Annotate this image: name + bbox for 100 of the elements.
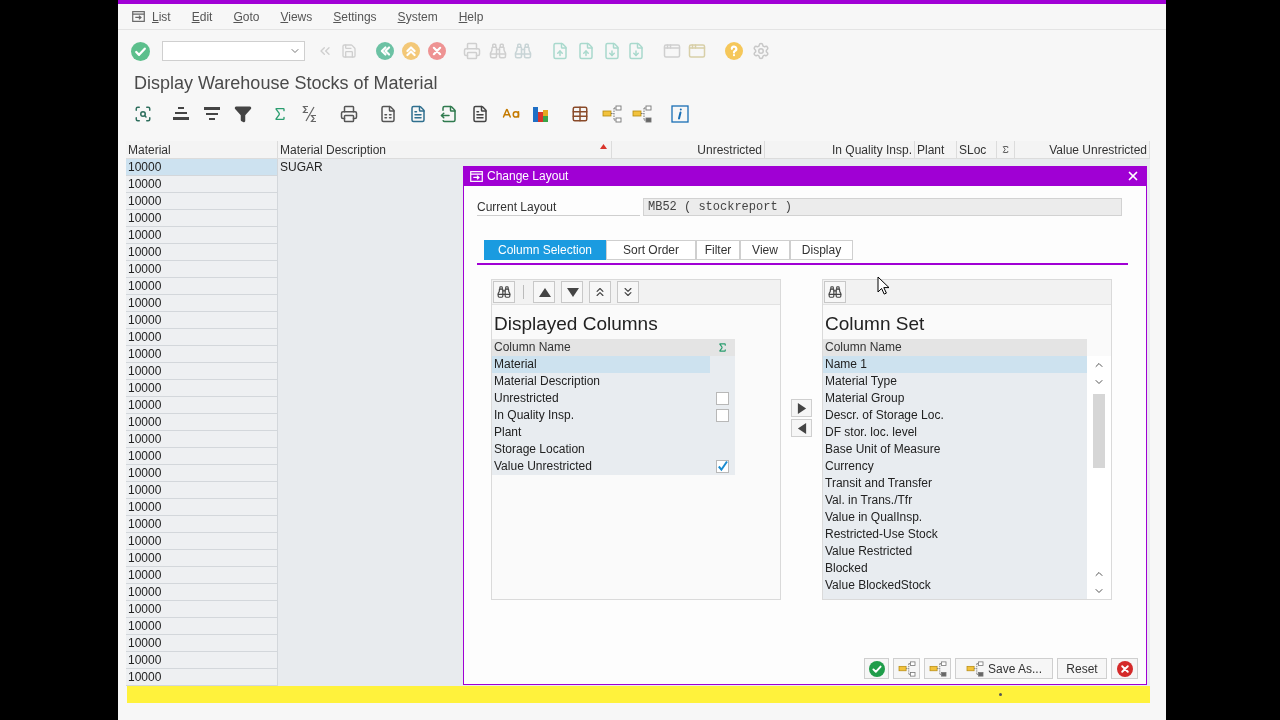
info-icon[interactable] xyxy=(671,105,689,123)
sort-descending-icon[interactable] xyxy=(203,106,221,122)
spreadsheet-icon[interactable] xyxy=(379,105,397,123)
table-cell: 10000 xyxy=(126,176,278,193)
checkbox[interactable] xyxy=(716,409,729,422)
layout-tree-icon[interactable] xyxy=(602,105,622,123)
column-entry[interactable]: Storage Location xyxy=(492,441,710,458)
checkbox[interactable] xyxy=(716,460,729,473)
layout-tree-icon xyxy=(966,660,984,677)
sigma-icon xyxy=(1001,145,1010,154)
layout-tree-icon[interactable] xyxy=(632,105,652,123)
menu-item[interactable]: List xyxy=(152,7,171,26)
table-cell: 10000 xyxy=(126,448,278,465)
move-bottom-button[interactable] xyxy=(617,281,639,303)
menu-item[interactable]: Help xyxy=(458,7,484,26)
column-header[interactable]: Value Unrestricted xyxy=(1015,141,1150,159)
column-entry[interactable]: Material Group xyxy=(823,390,1087,407)
tab[interactable]: View xyxy=(740,240,790,260)
column-entry[interactable]: Descr. of Storage Loc. xyxy=(823,407,1087,424)
column-entry[interactable]: Material xyxy=(492,356,710,373)
column-entry[interactable]: Value BlockedStock xyxy=(823,577,1087,594)
checkbox[interactable] xyxy=(716,392,729,405)
column-header[interactable]: Material Description xyxy=(278,141,612,159)
column-header[interactable]: Material xyxy=(126,141,278,159)
tab[interactable]: Display xyxy=(790,240,853,260)
column-entry[interactable]: Transit and Transfer xyxy=(823,475,1087,492)
column-entry[interactable]: Blocked xyxy=(823,560,1087,577)
tab[interactable]: Sort Order xyxy=(606,240,696,260)
sort-marker-icon xyxy=(600,144,607,149)
column-entry[interactable]: Material Type xyxy=(823,373,1087,390)
move-top-button[interactable] xyxy=(589,281,611,303)
table-cell: 10000 xyxy=(126,244,278,261)
document-icon[interactable] xyxy=(409,105,427,123)
close-icon[interactable] xyxy=(1126,169,1140,183)
cancel-button[interactable] xyxy=(1111,658,1138,679)
reset-button[interactable]: Reset xyxy=(1057,658,1107,679)
bar-chart-icon[interactable] xyxy=(532,105,550,123)
table-cell-text: SUGAR xyxy=(279,159,324,176)
sort-ascending-icon[interactable] xyxy=(172,106,190,122)
column-entry[interactable]: In Quality Insp. xyxy=(492,407,710,424)
tab[interactable]: Filter xyxy=(696,240,740,260)
column-entry[interactable]: Plant xyxy=(492,424,710,441)
column-header[interactable]: Unrestricted xyxy=(612,141,765,159)
menu-item[interactable]: Edit xyxy=(191,7,213,26)
remove-column-button[interactable] xyxy=(791,419,812,437)
column-entry[interactable]: Val. in Trans./Tfr xyxy=(823,492,1087,509)
move-down-button[interactable] xyxy=(561,281,583,303)
layout-tree-icon xyxy=(928,660,947,677)
table-cell: 10000 xyxy=(126,227,278,244)
layout-field[interactable]: MB52 ( stockreport ) xyxy=(643,198,1122,216)
table-cell: 10000 xyxy=(126,635,278,652)
column-entry[interactable]: Value Restricted xyxy=(823,543,1087,560)
menu-item[interactable]: System xyxy=(397,7,438,26)
search-button[interactable] xyxy=(493,281,515,303)
back-icon[interactable] xyxy=(376,42,394,60)
document-icon[interactable] xyxy=(471,105,489,123)
confirm-button[interactable] xyxy=(864,658,889,679)
sigma-fraction-icon[interactable] xyxy=(301,105,319,123)
table-cell: 10000 xyxy=(126,363,278,380)
scrollbar-thumb[interactable] xyxy=(1093,394,1105,468)
menu-icon[interactable] xyxy=(132,11,145,22)
column-entry[interactable]: Material Description xyxy=(492,373,710,390)
table-cell: 10000 xyxy=(126,618,278,635)
save-layout-button[interactable] xyxy=(924,658,951,679)
column-entry[interactable]: Value Unrestricted xyxy=(492,458,710,475)
table-cell: 10000 xyxy=(126,312,278,329)
scrollbar-track[interactable] xyxy=(1087,356,1111,599)
layout-button[interactable] xyxy=(893,658,920,679)
add-column-button[interactable] xyxy=(791,399,812,417)
column-header[interactable]: In Quality Insp. xyxy=(765,141,915,159)
column-entry[interactable]: Name 1 xyxy=(823,356,1087,373)
menu-item[interactable]: Settings xyxy=(333,7,377,26)
triangle-right-icon xyxy=(795,402,808,414)
column-entry[interactable]: Base Unit of Measure xyxy=(823,441,1087,458)
column-entry[interactable]: Currency xyxy=(823,458,1087,475)
table-icon[interactable] xyxy=(571,105,589,123)
printer-icon[interactable] xyxy=(340,105,358,123)
column-header[interactable]: Plant xyxy=(915,141,957,159)
command-field[interactable] xyxy=(162,41,305,61)
column-entry[interactable]: DF stor. loc. level xyxy=(823,424,1087,441)
menu-item[interactable]: Views xyxy=(280,7,313,26)
move-up-button[interactable] xyxy=(533,281,555,303)
check-icon xyxy=(868,660,885,677)
file-arrow-icon[interactable] xyxy=(440,105,458,123)
save-as-button[interactable]: Save As... xyxy=(955,658,1053,679)
sigma-icon[interactable] xyxy=(272,106,288,122)
search-button[interactable] xyxy=(824,281,846,303)
column-entry[interactable]: Value in QualInsp. xyxy=(823,509,1087,526)
table-cell: 10000 xyxy=(126,482,278,499)
filter-icon[interactable] xyxy=(234,105,252,123)
cancel-icon[interactable] xyxy=(428,42,446,60)
column-entry[interactable]: Unrestricted xyxy=(492,390,710,407)
table-cell: 10000 xyxy=(126,465,278,482)
check-icon[interactable] xyxy=(131,41,150,61)
column-header[interactable] xyxy=(997,141,1015,159)
menu-item[interactable]: Goto xyxy=(233,7,260,26)
column-header[interactable]: SLoc xyxy=(957,141,997,159)
scan-search-icon[interactable] xyxy=(134,105,152,123)
table-cell: 10000 xyxy=(126,295,278,312)
column-entry[interactable]: Restricted-Use Stock xyxy=(823,526,1087,543)
